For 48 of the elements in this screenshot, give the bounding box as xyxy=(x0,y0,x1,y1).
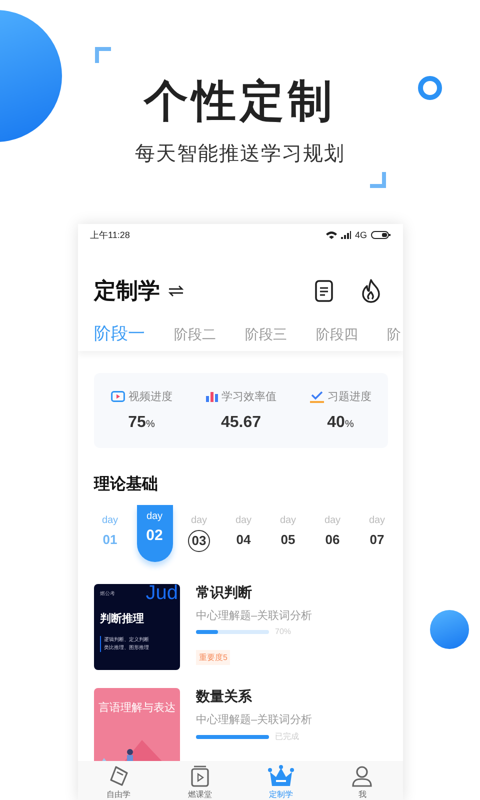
nav-tab[interactable]: 定制学 xyxy=(240,765,322,800)
stat-value: 40% xyxy=(327,414,354,432)
stat-value: 75% xyxy=(128,414,155,432)
video-icon xyxy=(110,391,124,402)
battery-icon xyxy=(371,231,391,239)
stat-label: 习题进度 xyxy=(328,390,372,404)
document-icon[interactable] xyxy=(315,280,333,302)
cover-title: 言语理解与表达 xyxy=(98,700,176,715)
course-title: 常识判断 xyxy=(196,584,253,602)
network-type: 4G xyxy=(354,230,367,240)
decorative-ring xyxy=(418,76,442,100)
decorative-ball xyxy=(430,610,469,649)
wifi-icon xyxy=(326,231,337,239)
nav-tab[interactable]: 自由学 xyxy=(78,765,160,800)
person-icon xyxy=(351,765,374,787)
importance-tag: 重要度5 xyxy=(196,650,230,665)
tag-icon xyxy=(108,765,130,787)
subheadline: 每天智能推送学习规划 xyxy=(135,142,345,166)
play-book-icon xyxy=(188,765,211,787)
bar-chart-icon xyxy=(206,391,218,402)
headline: 个性定制 xyxy=(144,76,336,128)
course-title: 数量关系 xyxy=(196,688,253,706)
day-tab[interactable]: day 04 xyxy=(226,509,262,562)
corner-bracket-icon xyxy=(370,172,386,188)
day-tab[interactable]: day 07 xyxy=(359,509,395,562)
stat-label: 学习效率值 xyxy=(222,390,276,404)
stage-tab[interactable]: 阶段一 xyxy=(94,322,145,345)
page-title: 定制学 xyxy=(94,277,160,305)
status-time: 上午11:28 xyxy=(90,228,130,242)
stat-value: 45.67 xyxy=(220,414,262,432)
signal-icon xyxy=(340,231,351,239)
day-tab[interactable]: day 02 xyxy=(136,505,172,562)
crown-icon xyxy=(268,765,294,787)
course-subtitle: 中心理解题–关联词分析 xyxy=(196,608,312,623)
stat-label: 视频进度 xyxy=(128,390,172,404)
cover-word: Jud xyxy=(146,584,178,605)
switch-icon[interactable] xyxy=(168,285,184,297)
day-tab[interactable]: day 03 xyxy=(181,509,217,562)
flame-icon[interactable] xyxy=(361,279,381,303)
day-tab[interactable]: day 05 xyxy=(270,509,306,562)
section-title: 理论基础 xyxy=(94,474,159,495)
nav-tab[interactable]: 燃课堂 xyxy=(159,765,240,800)
day-tab[interactable]: day 06 xyxy=(314,509,350,562)
corner-bracket-icon xyxy=(95,47,111,63)
checkmark-icon xyxy=(310,390,324,402)
cover-title: 判断推理 xyxy=(100,612,145,626)
course-subtitle: 中心理解题–关联词分析 xyxy=(196,712,312,727)
nav-tab[interactable]: 我 xyxy=(322,765,403,800)
